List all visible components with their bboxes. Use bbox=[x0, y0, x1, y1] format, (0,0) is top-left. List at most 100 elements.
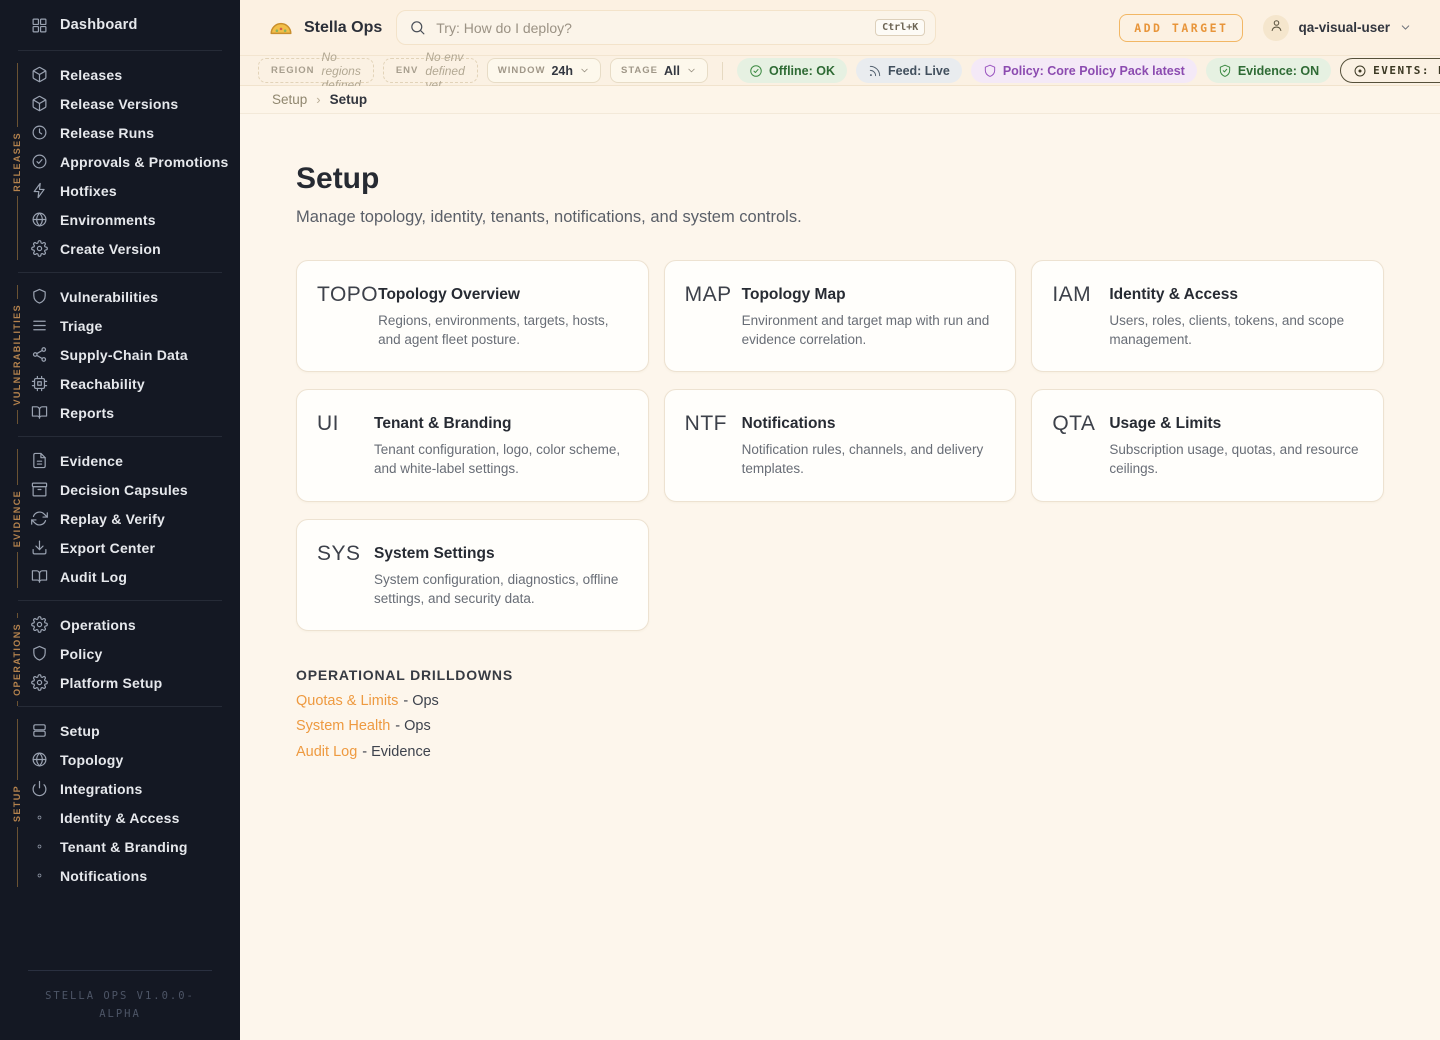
sidebar-group-releases: RELEASES ReleasesRelease VersionsRelease … bbox=[0, 51, 240, 272]
setup-card-topology-map[interactable]: MAPTopology MapEnvironment and target ma… bbox=[664, 260, 1017, 372]
region-label: REGION bbox=[271, 65, 314, 76]
setup-card-tenant-branding[interactable]: UITenant & BrandingTenant configuration,… bbox=[296, 389, 649, 501]
sidebar-item-notifications[interactable]: Notifications bbox=[0, 861, 240, 890]
sidebar-group-setup: SETUP Setup Topology IntegrationsIdentity &… bbox=[0, 707, 240, 899]
status-pill-feed-live[interactable]: Feed: Live bbox=[856, 58, 962, 83]
sidebar-item-integrations[interactable]: Integrations bbox=[0, 774, 240, 803]
shield-icon bbox=[30, 645, 48, 663]
search-box[interactable]: Ctrl+K bbox=[396, 10, 936, 45]
env-filter[interactable]: ENV No env defined yet bbox=[383, 58, 478, 83]
sidebar-item-label: Notifications bbox=[60, 868, 147, 884]
drilldown-suffix: - Ops bbox=[403, 693, 438, 709]
status-pill-policy-core-policy-pack-latest[interactable]: Policy: Core Policy Pack latest bbox=[971, 58, 1197, 83]
window-select[interactable]: WINDOW 24h bbox=[487, 58, 601, 83]
drilldown-link-system-health[interactable]: System Health bbox=[296, 718, 390, 734]
sidebar-item-policy[interactable]: Policy bbox=[0, 639, 240, 668]
sidebar-item-releases[interactable]: Releases bbox=[0, 60, 240, 89]
sidebar-item-export-center[interactable]: Export Center bbox=[0, 533, 240, 562]
server-icon bbox=[30, 722, 48, 740]
shield-icon bbox=[983, 64, 997, 78]
package-icon bbox=[30, 95, 48, 113]
sidebar-item-evidence[interactable]: Evidence bbox=[0, 446, 240, 475]
sidebar-item-decision-capsules[interactable]: Decision Capsules bbox=[0, 475, 240, 504]
setup-card-usage-limits[interactable]: QTAUsage & LimitsSubscription usage, quo… bbox=[1031, 389, 1384, 501]
sidebar-item-setup[interactable]: Setup bbox=[0, 716, 240, 745]
sidebar-item-operations[interactable]: Operations bbox=[0, 610, 240, 639]
status-pill-events-degraded[interactable]: EVENTS: DEGRADED bbox=[1340, 58, 1440, 83]
card-description: Tenant configuration, logo, color scheme… bbox=[374, 440, 628, 478]
sidebar-item-replay-verify[interactable]: Replay & Verify bbox=[0, 504, 240, 533]
setup-card-identity-access[interactable]: IAMIdentity & AccessUsers, roles, client… bbox=[1031, 260, 1384, 372]
sidebar-item-triage[interactable]: Triage bbox=[0, 311, 240, 340]
sidebar-item-label: Reports bbox=[60, 405, 114, 421]
sidebar-item-label: Topology bbox=[60, 752, 124, 768]
setup-card-topology-overview[interactable]: TOPOTopology OverviewRegions, environmen… bbox=[296, 260, 649, 372]
sidebar-group-evidence: EVIDENCEEvidenceDecision CapsulesReplay … bbox=[0, 437, 240, 600]
card-title: Tenant & Branding bbox=[374, 412, 628, 434]
sidebar-item-supply-chain-data[interactable]: Supply-Chain Data bbox=[0, 340, 240, 369]
sidebar-item-release-runs[interactable]: Release Runs bbox=[0, 118, 240, 147]
sidebar-item-approvals-promotions[interactable]: Approvals & Promotions bbox=[0, 147, 240, 176]
setup-card-system-settings[interactable]: SYSSystem SettingsSystem configuration, … bbox=[296, 519, 649, 631]
card-title: Notifications bbox=[742, 412, 996, 434]
setup-card-notifications[interactable]: NTFNotificationsNotification rules, chan… bbox=[664, 389, 1017, 501]
list-icon bbox=[30, 317, 48, 335]
app-version: STELLA OPS V1.0.0-ALPHA bbox=[45, 990, 195, 1020]
sidebar: Dashboard RELEASES ReleasesRelease Versio… bbox=[0, 0, 240, 1040]
sidebar-item-reachability[interactable]: Reachability bbox=[0, 369, 240, 398]
sidebar-item-platform-setup[interactable]: Platform Setup bbox=[0, 668, 240, 697]
breadcrumb-separator: › bbox=[316, 92, 320, 107]
add-target-button[interactable]: ADD TARGET bbox=[1119, 14, 1243, 42]
drilldown-link-audit-log[interactable]: Audit Log bbox=[296, 744, 357, 760]
rail-line bbox=[17, 63, 18, 127]
sidebar-item-reports[interactable]: Reports bbox=[0, 398, 240, 427]
region-filter[interactable]: REGION No regions defined bbox=[258, 58, 374, 83]
status-pills: Offline: OK Feed: Live Policy: Core Policy… bbox=[737, 58, 1440, 83]
breadcrumb-setup[interactable]: Setup bbox=[272, 92, 307, 107]
status-pill-evidence-on[interactable]: Evidence: ON bbox=[1206, 58, 1331, 83]
top-bar: Stella Ops Ctrl+K ADD TARGET qa-visual-u… bbox=[240, 0, 1440, 56]
bolt-icon bbox=[30, 182, 48, 200]
globe-icon bbox=[30, 211, 48, 229]
sidebar-item-identity-access[interactable]: Identity & Access bbox=[0, 803, 240, 832]
check-circle-icon bbox=[30, 153, 48, 171]
status-pill-label: Policy: Core Policy Pack latest bbox=[1003, 64, 1185, 78]
gear-icon bbox=[30, 674, 48, 692]
card-body: Identity & AccessUsers, roles, clients, … bbox=[1109, 283, 1363, 349]
sidebar-item-environments[interactable]: Environments bbox=[0, 205, 240, 234]
card-title: Topology Overview bbox=[378, 283, 628, 305]
search-input[interactable] bbox=[436, 20, 865, 36]
chevron-down-icon bbox=[579, 65, 590, 76]
dot-icon bbox=[30, 809, 48, 827]
sidebar-footer: STELLA OPS V1.0.0-ALPHA bbox=[28, 970, 212, 1040]
sidebar-item-label: Vulnerabilities bbox=[60, 289, 158, 305]
card-description: Regions, environments, targets, hosts, a… bbox=[378, 311, 628, 349]
sidebar-groups: RELEASES ReleasesRelease VersionsRelease … bbox=[0, 51, 240, 899]
user-menu[interactable]: qa-visual-user bbox=[1263, 15, 1412, 41]
sidebar-item-release-versions[interactable]: Release Versions bbox=[0, 89, 240, 118]
drilldown-link-quotas-limits[interactable]: Quotas & Limits bbox=[296, 693, 398, 709]
sidebar-item-create-version[interactable]: Create Version bbox=[0, 234, 240, 263]
sidebar-item-topology[interactable]: Topology bbox=[0, 745, 240, 774]
sidebar-item-hotfixes[interactable]: Hotfixes bbox=[0, 176, 240, 205]
sidebar-item-tenant-branding[interactable]: Tenant & Branding bbox=[0, 832, 240, 861]
card-body: System SettingsSystem configuration, dia… bbox=[374, 542, 628, 608]
sidebar-item-dashboard[interactable]: Dashboard bbox=[0, 10, 240, 40]
stage-select[interactable]: STAGE All bbox=[610, 58, 708, 83]
user-name: qa-visual-user bbox=[1298, 20, 1390, 35]
taco-icon bbox=[268, 15, 294, 41]
sidebar-item-audit-log[interactable]: Audit Log bbox=[0, 562, 240, 591]
status-pill-offline-ok[interactable]: Offline: OK bbox=[737, 58, 847, 83]
filter-bar: REGION No regions defined ENV No env def… bbox=[240, 56, 1440, 86]
group-rail-label: RELEASES bbox=[12, 132, 22, 192]
card-abbr: NTF bbox=[685, 412, 742, 435]
sidebar-item-label: Audit Log bbox=[60, 569, 127, 585]
group-rail-label: SETUP bbox=[12, 785, 22, 822]
card-abbr: MAP bbox=[685, 283, 742, 306]
card-description: Subscription usage, quotas, and resource… bbox=[1109, 440, 1363, 478]
sidebar-item-label: Setup bbox=[60, 723, 100, 739]
rss-icon bbox=[868, 64, 882, 78]
rail-line bbox=[17, 552, 18, 588]
card-description: Users, roles, clients, tokens, and scope… bbox=[1109, 311, 1363, 349]
sidebar-item-vulnerabilities[interactable]: Vulnerabilities bbox=[0, 282, 240, 311]
